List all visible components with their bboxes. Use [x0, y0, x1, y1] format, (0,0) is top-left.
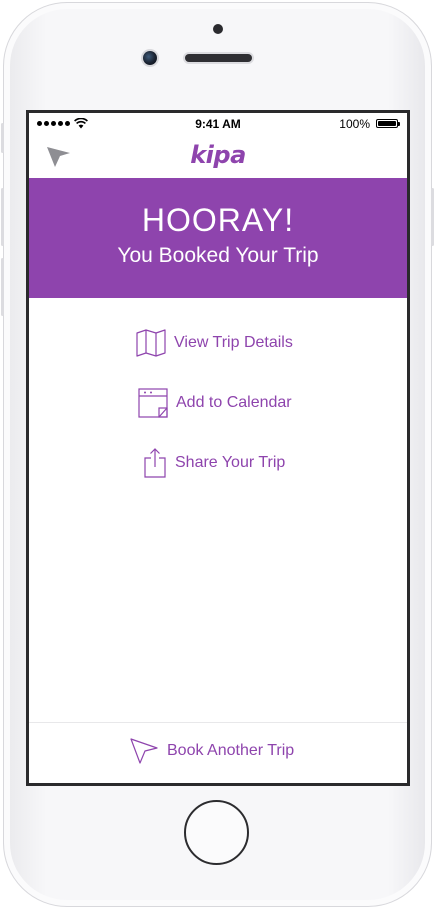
book-another-trip-label: Book Another Trip — [167, 742, 295, 759]
nav-bar: kipa — [29, 135, 407, 178]
home-button[interactable] — [184, 800, 249, 865]
footer-bar: Book Another Trip — [29, 722, 407, 783]
front-camera-icon — [143, 51, 157, 65]
view-trip-details-label: View Trip Details — [174, 334, 293, 351]
front-sensor — [213, 24, 223, 34]
add-to-calendar-button[interactable]: Add to Calendar — [138, 388, 292, 418]
banner-title: HOORAY! — [141, 202, 295, 238]
status-bar: 9:41 AM 100% — [29, 113, 407, 135]
app-screen: 9:41 AM 100% kipa HOORAY! You Booked You… — [29, 113, 407, 783]
calendar-icon — [138, 388, 168, 418]
book-another-trip-button[interactable]: Book Another Trip — [129, 737, 294, 765]
mute-switch — [1, 123, 4, 153]
battery-icon — [376, 119, 400, 128]
banner-subtitle: You Booked Your Trip — [117, 244, 319, 267]
volume-up-button — [1, 188, 4, 246]
battery-percent: 100% — [339, 117, 370, 131]
map-icon — [136, 329, 166, 357]
share-your-trip-label: Share Your Trip — [175, 454, 286, 471]
share-icon — [144, 448, 166, 478]
app-logo: kipa — [190, 141, 246, 169]
power-button — [431, 188, 434, 246]
add-to-calendar-label: Add to Calendar — [176, 394, 292, 411]
volume-down-button — [1, 258, 4, 316]
navigation-arrow-icon — [130, 738, 158, 764]
phone-screen: 9:41 AM 100% kipa HOORAY! You Booked You… — [26, 110, 410, 786]
share-your-trip-button[interactable]: Share Your Trip — [143, 448, 285, 478]
success-banner: HOORAY! You Booked Your Trip — [29, 178, 407, 298]
earpiece-speaker — [185, 54, 252, 62]
view-trip-details-button[interactable]: View Trip Details — [136, 329, 293, 357]
